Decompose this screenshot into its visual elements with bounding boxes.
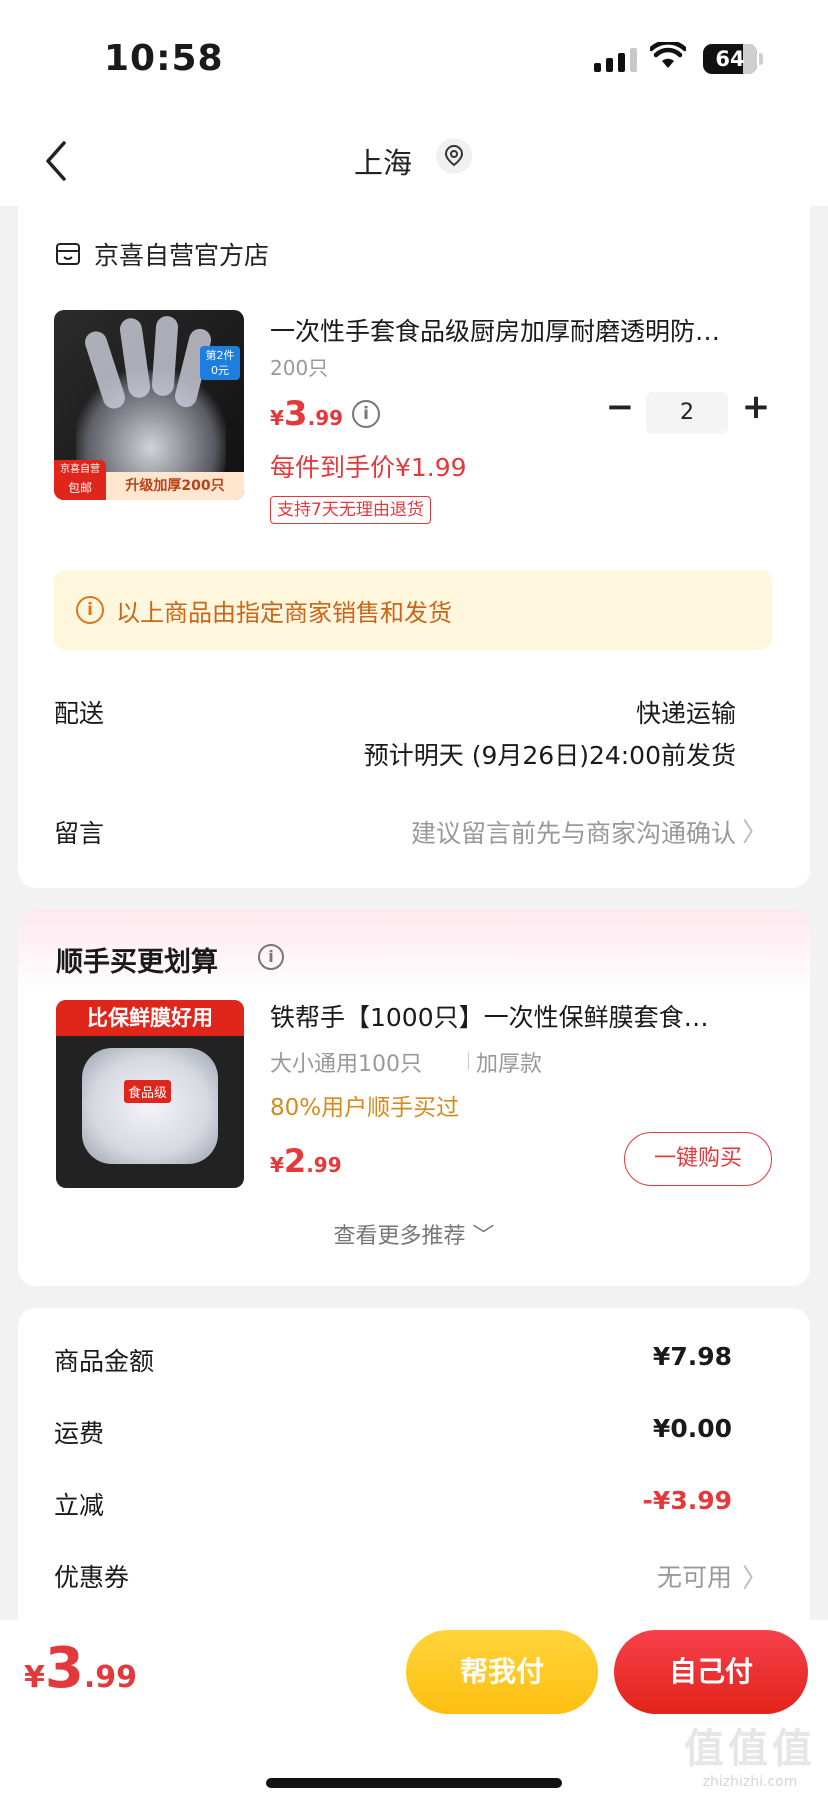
nav-bar: 上海: [0, 110, 828, 206]
price-summary-card: 商品金额 ¥7.98 运费 ¥0.00 立减 -¥3.99 优惠券 无可用 〉: [18, 1308, 810, 1628]
spec-divider: [468, 1052, 469, 1070]
delivery-method: 快递运输: [635, 699, 736, 728]
wifi-icon: [650, 42, 686, 68]
product-price: ¥3.99: [270, 394, 344, 434]
recommend-spec-size: 大小通用100只: [270, 1052, 422, 1077]
one-click-buy-button[interactable]: 一键购买: [624, 1132, 772, 1186]
back-icon[interactable]: [44, 140, 68, 182]
watermark: 值值值 zhizhizhi.com: [684, 1726, 816, 1790]
quantity-decrease-button[interactable]: −: [600, 388, 640, 428]
battery-tip: [759, 53, 763, 65]
product-image[interactable]: 第2件 0元 京喜自营 包邮 升级加厚200只: [54, 310, 244, 500]
location-pin-icon[interactable]: [436, 138, 472, 174]
store-name: 京喜自营官方店: [94, 241, 270, 270]
cellular-signal-icon: [594, 48, 637, 72]
product-title[interactable]: 一次性手套食品级厨房加厚耐磨透明防…: [270, 312, 790, 348]
quantity-input[interactable]: 2: [646, 392, 728, 434]
return-policy-tag: 支持7天无理由退货: [270, 496, 431, 524]
more-recommendations-link[interactable]: 查看更多推荐 ﹀: [18, 1218, 810, 1250]
location-title[interactable]: 上海: [354, 140, 412, 182]
recommend-product-name[interactable]: 铁帮手【1000只】一次性保鲜膜套食…: [270, 998, 790, 1034]
upgrade-tag: 升级加厚200只: [106, 472, 244, 500]
message-input[interactable]: 建议留言前先与商家沟通确认: [411, 814, 736, 850]
unit-price: 每件到手价¥1.99: [270, 453, 467, 482]
summary-value: ¥7.98: [652, 1342, 732, 1371]
chevron-right-icon[interactable]: 〉: [742, 812, 768, 849]
order-card: 京喜自营官方店 第2件 0元 京喜自营 包邮 升级加厚200只 一次性手套食品级厨房…: [18, 206, 810, 888]
recommend-stat: 80%用户顺手买过: [270, 1095, 460, 1121]
quantity-increase-button[interactable]: +: [736, 388, 776, 428]
coupon-value[interactable]: 无可用: [657, 1558, 732, 1594]
home-indicator: [266, 1778, 562, 1788]
recommend-spec-thickness: 加厚款: [476, 1052, 543, 1077]
self-pay-button[interactable]: 自己付: [614, 1630, 808, 1714]
checkout-bar: ¥3.99 帮我付 自己付 值值值 zhizhizhi.com: [0, 1620, 828, 1796]
chevron-down-icon: ﹀: [472, 1224, 495, 1249]
summary-label: 商品金额: [54, 1347, 155, 1376]
food-grade-tag: 食品级: [124, 1080, 172, 1103]
recommend-banner: 比保鲜膜好用: [56, 1000, 244, 1036]
product-bag: [82, 1048, 218, 1164]
store-row[interactable]: 京喜自营官方店: [54, 236, 269, 272]
recommendation-card: 顺手买更划算 i 比保鲜膜好用 食品级 铁帮手【1000只】一次性保鲜膜套食… …: [18, 910, 810, 1286]
summary-value-discount: -¥3.99: [642, 1486, 732, 1515]
chevron-right-icon[interactable]: 〉: [742, 1558, 768, 1595]
price-info-icon[interactable]: i: [352, 400, 380, 428]
summary-label: 运费: [54, 1419, 105, 1448]
recommend-product-image[interactable]: 比保鲜膜好用 食品级: [56, 1000, 244, 1188]
message-label: 留言: [54, 819, 105, 848]
store-icon: [56, 243, 80, 265]
second-item-badge: 第2件 0元: [200, 346, 240, 380]
total-price: ¥3.99: [24, 1636, 137, 1701]
product-spec: 200只: [270, 356, 329, 380]
delivery-label: 配送: [54, 699, 105, 728]
battery-icon: 64: [703, 44, 757, 74]
recommendation-title: 顺手买更划算: [56, 947, 218, 978]
seller-notice: i 以上商品由指定商家销售和发货: [54, 570, 772, 650]
clock: 10:58: [104, 38, 224, 79]
info-icon: i: [76, 596, 104, 624]
delivery-eta: 预计明天 (9月26日)24:00前发货: [363, 741, 736, 770]
coupon-label: 优惠券: [54, 1563, 130, 1592]
recommendation-info-icon[interactable]: i: [258, 944, 284, 970]
battery-level: 64: [715, 47, 745, 71]
notice-text: 以上商品由指定商家销售和发货: [116, 598, 452, 627]
recommend-price: ¥2.99: [270, 1142, 342, 1180]
status-bar: 10:58 64: [0, 0, 828, 110]
free-shipping-tag: 京喜自营 包邮: [54, 460, 106, 500]
help-pay-button[interactable]: 帮我付: [406, 1630, 598, 1714]
summary-label: 立减: [54, 1491, 105, 1520]
summary-value: ¥0.00: [652, 1414, 732, 1443]
